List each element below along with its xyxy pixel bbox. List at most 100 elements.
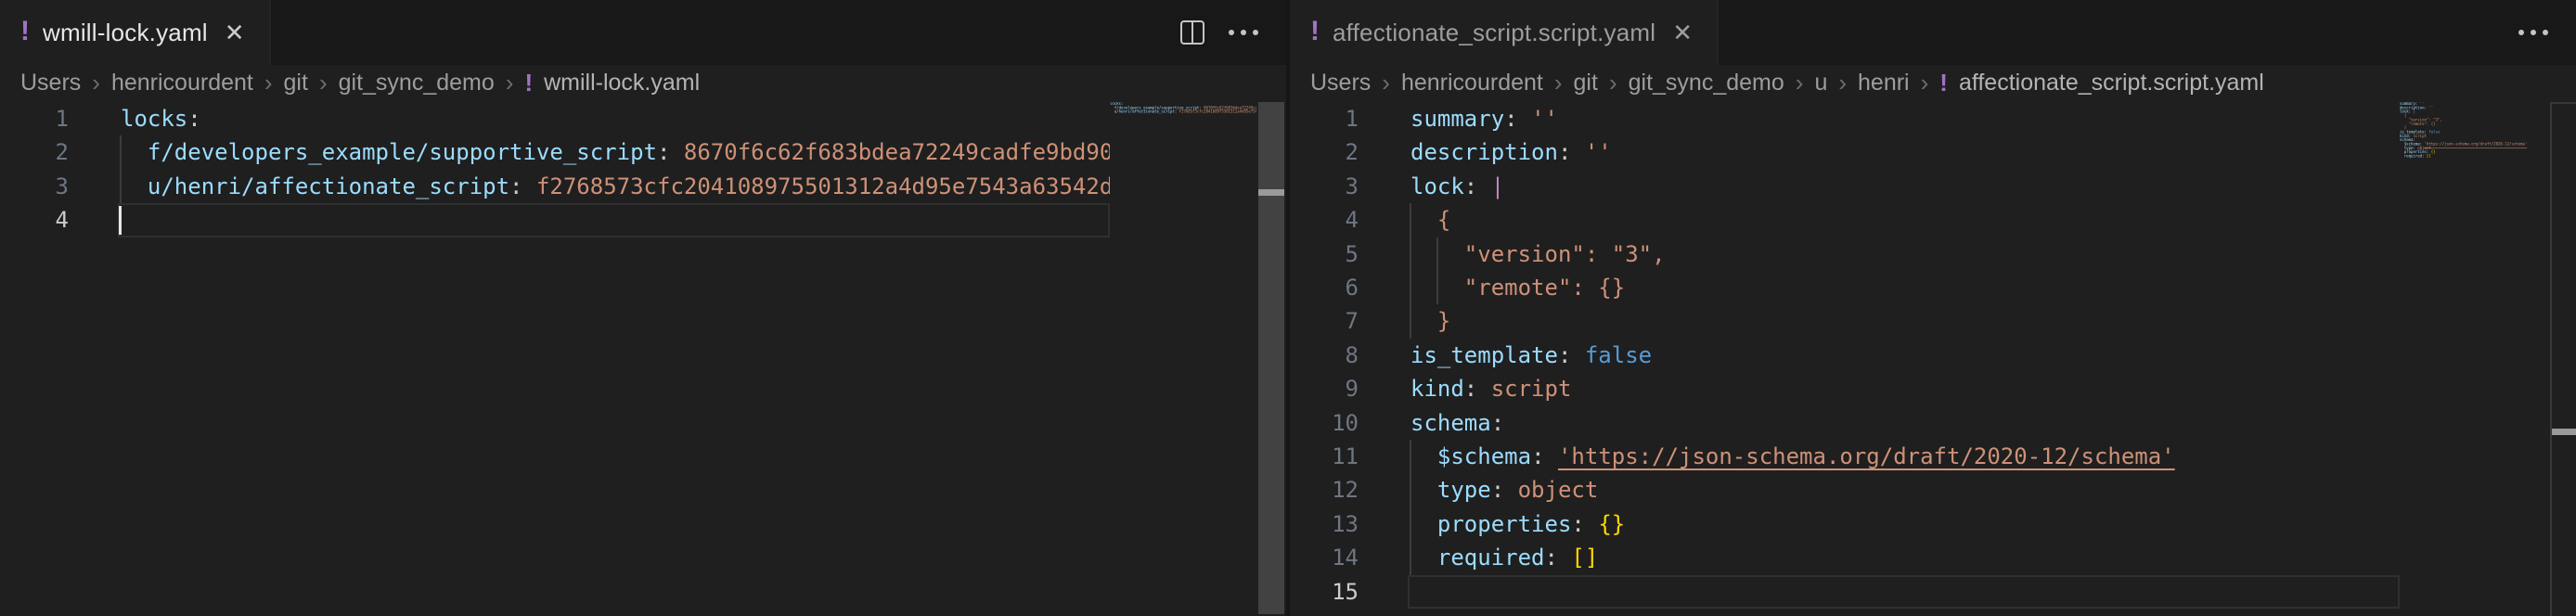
current-line-highlight [1408,575,2400,609]
breadcrumb-item[interactable]: git [284,70,308,96]
code-token: f2768573cfc204108975501312a4d95e7543a635… [1179,109,1256,114]
code-token: : [1531,443,1544,469]
line-number: 11 [1290,440,1359,474]
split-editor-icon[interactable] [1180,20,1204,45]
breadcrumb-item[interactable]: henricourdent [111,70,253,96]
breadcrumb-item[interactable]: Users [1310,70,1371,96]
breadcrumb-separator-icon: › [1796,69,1804,97]
vertical-scrollbar[interactable] [2550,102,2576,616]
editor-actions [2518,0,2548,65]
code-token [1504,477,1517,503]
code-token: false [1585,342,1652,368]
line-number: 4 [0,203,69,237]
breadcrumb-item[interactable]: git_sync_demo [1629,70,1784,96]
code-line: locks: [121,102,201,136]
breadcrumb-separator-icon: › [1921,69,1929,97]
line-number: 15 [1290,575,1359,610]
breadcrumb: Users›henricourdent›git›git_sync_demo›u›… [1290,65,2576,100]
overview-ruler-cursor-mark [1258,189,1284,196]
breadcrumb-item[interactable]: u [1814,70,1827,96]
yaml-file-icon: ! [524,69,533,97]
code-token: : [1464,173,1477,199]
code-token [1410,443,1437,469]
code-editor[interactable]: 1summary: ''2description: ''3lock: |4 {5… [1290,100,2576,616]
code-token: '' [1531,106,1558,132]
code-token: {} [1598,511,1625,537]
code-token: script [1491,376,1572,402]
code-token: : [1545,545,1558,571]
minimap-line [1110,114,1256,118]
code-token [1477,376,1490,402]
code-token: is_template [1410,342,1558,368]
breadcrumb-item[interactable]: git [1574,70,1598,96]
line-number: 1 [0,102,69,136]
line-number: 12 [1290,473,1359,507]
code-token: kind [1410,376,1464,402]
tab-affectionate-script-yaml[interactable]: ! affectionate_script.script.yaml ✕ [1290,0,1719,65]
code-line: summary: '' [1410,102,1558,136]
line-number: 2 [0,135,69,170]
code-token: false [2428,130,2440,135]
code-viewport: 1 locks: 2 f/developers_example/supportive… [0,100,1110,616]
breadcrumb-item[interactable]: henri [1858,70,1910,96]
code-token: [] [2427,154,2431,159]
line-number: 13 [1290,507,1359,542]
code-line: type: object [1410,473,1598,507]
code-editor[interactable]: 1 locks: 2 f/developers_example/supportive… [0,100,1286,616]
breadcrumb-file[interactable]: affectionate_script.script.yaml [1959,70,2264,96]
breadcrumb-separator-icon: › [319,69,328,97]
code-token: required [2404,154,2422,159]
vertical-scrollbar[interactable] [1258,100,1284,616]
code-line: lock: | [1410,170,1504,204]
code-line: f/developers_example/supportive_script: … [121,135,1110,170]
yaml-file-icon: ! [1939,69,1948,97]
code-token: : [1491,410,1504,436]
code-token: : [1558,342,1571,368]
breadcrumb-separator-icon: › [1554,69,1563,97]
code-line: required: [] [1410,541,1598,575]
code-token [1477,173,1490,199]
breadcrumb-separator-icon: › [1382,69,1390,97]
code-token: $schema [1437,443,1531,469]
code-token [523,173,536,199]
code-token: lock [1410,173,1464,199]
breadcrumb-item[interactable]: Users [20,70,81,96]
close-icon[interactable]: ✕ [221,19,249,46]
code-token: : [187,106,200,132]
code-token: u/henri/affectionate_script [1114,109,1175,114]
line-number: 14 [1290,541,1359,575]
code-line: $schema: 'https://json-schema.org/draft/… [1410,440,2175,474]
code-line: u/henri/affectionate_script: f2768573cfc… [121,170,1110,204]
tab-label: wmill-lock.yaml [43,19,208,47]
code-token [121,173,148,199]
code-line: "version": "3", [1410,237,1666,272]
code-token [1545,443,1558,469]
breadcrumb: Users›henricourdent›git›git_sync_demo›!w… [0,65,1286,100]
code-token: description [1410,139,1558,165]
code-token: : [657,139,670,165]
code-token: type [1437,477,1491,503]
more-actions-icon[interactable] [1229,30,1258,35]
code-token: 'https://json-schema.org/draft/2020-12/s… [2425,142,2528,147]
minimap[interactable]: locks: f/developers_example/supportive_s… [1110,102,1256,616]
more-actions-icon[interactable] [2518,30,2548,35]
tab-wmill-lock-yaml[interactable]: ! wmill-lock.yaml ✕ [0,0,271,65]
code-token: schema [1410,410,1491,436]
breadcrumb-file[interactable]: wmill-lock.yaml [544,70,700,96]
line-number: 6 [1290,271,1359,305]
line-number: 1 [1290,102,1359,136]
minimap[interactable]: summary: ''description: ''lock: | { "ver… [2400,102,2546,616]
scrollbar-slider[interactable] [1258,102,1284,614]
yaml-file-icon: ! [1310,18,1320,45]
code-token: | [1491,173,1504,199]
editor-group-right: ! affectionate_script.script.yaml ✕ User… [1290,0,2576,616]
breadcrumb-item[interactable]: git_sync_demo [339,70,495,96]
code-token: object [1518,477,1599,503]
code-line: is_template: false [1410,339,1652,373]
close-icon[interactable]: ✕ [1668,19,1696,46]
code-token [1410,477,1437,503]
code-token: : [1558,139,1571,165]
breadcrumb-item[interactable]: henricourdent [1401,70,1543,96]
code-token: required [1437,545,1545,571]
editor-actions [1180,0,1258,65]
